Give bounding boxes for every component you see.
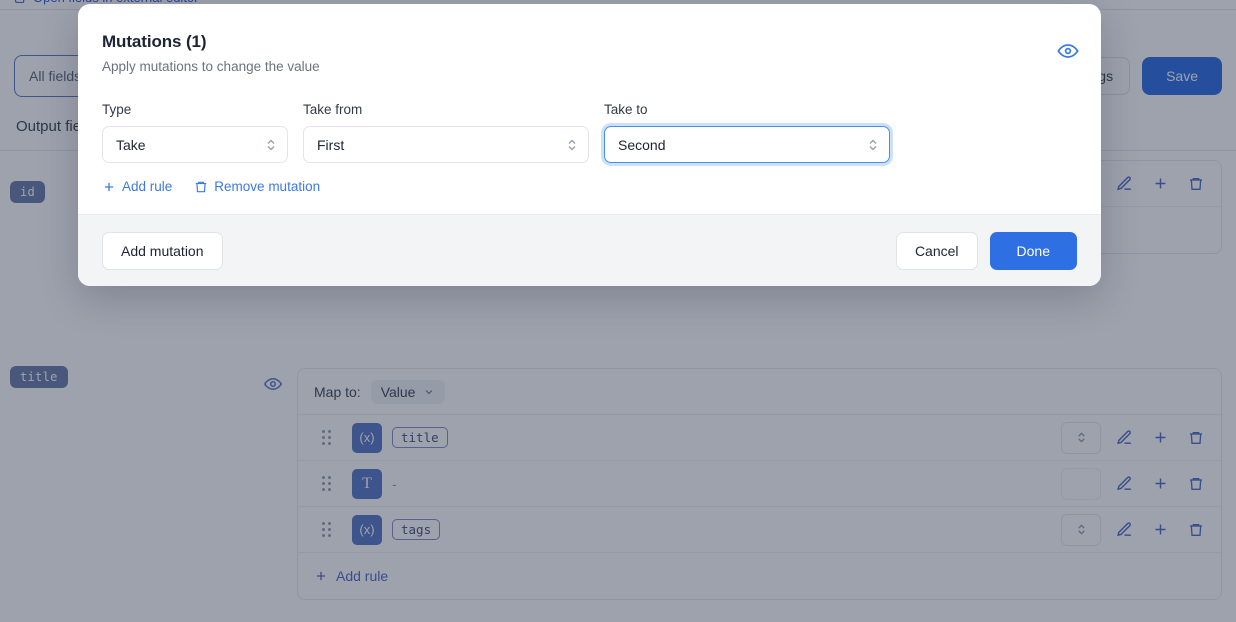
stepper-chevrons-icon: [265, 137, 277, 153]
plus-icon: [102, 180, 116, 194]
dialog-subtitle: Apply mutations to change the value: [102, 59, 1077, 74]
add-mutation-button[interactable]: Add mutation: [102, 232, 223, 270]
page-title: Mutations (1): [102, 32, 1077, 52]
field-group-type: Type Take: [102, 102, 288, 163]
eye-icon[interactable]: [1057, 40, 1079, 62]
footer-actions: Cancel Done: [896, 232, 1077, 270]
trash-icon: [194, 180, 208, 194]
take-to-select[interactable]: Second: [604, 126, 890, 163]
field-group-take-to: Take to Second: [604, 102, 890, 163]
field-group-take-from: Take from First: [303, 102, 589, 163]
add-rule-label: Add rule: [122, 179, 172, 194]
stepper-chevrons-icon: [867, 137, 879, 153]
type-select-value: Take: [116, 137, 265, 153]
add-rule-link[interactable]: Add rule: [102, 179, 172, 194]
dialog-footer: Add mutation Cancel Done: [78, 214, 1101, 286]
label-take-from: Take from: [303, 102, 589, 117]
type-select[interactable]: Take: [102, 126, 288, 163]
mutation-form-row: Type Take Take from First: [102, 102, 1077, 163]
take-to-select-value: Second: [618, 137, 867, 153]
done-button[interactable]: Done: [990, 232, 1077, 270]
stepper-chevrons-icon: [566, 137, 578, 153]
remove-mutation-link[interactable]: Remove mutation: [194, 179, 320, 194]
take-from-select-value: First: [317, 137, 566, 153]
mutation-links: Add rule Remove mutation: [102, 179, 1077, 194]
label-type: Type: [102, 102, 288, 117]
take-from-select[interactable]: First: [303, 126, 589, 163]
dialog-body: Mutations (1) Apply mutations to change …: [78, 4, 1101, 214]
cancel-button[interactable]: Cancel: [896, 232, 978, 270]
mutations-dialog: Mutations (1) Apply mutations to change …: [78, 4, 1101, 286]
label-take-to: Take to: [604, 102, 890, 117]
remove-mutation-label: Remove mutation: [214, 179, 320, 194]
